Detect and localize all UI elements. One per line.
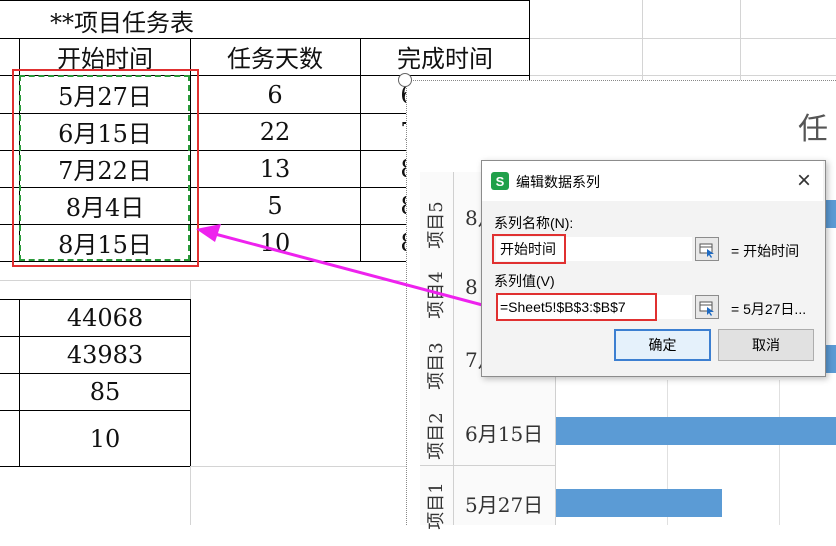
ok-button[interactable]: 确定 <box>614 329 711 361</box>
edit-series-dialog[interactable]: S 编辑数据系列 × 系列名称(N): 开始时间 = 开始时间 系列值(V) =… <box>481 160 826 377</box>
range-picker-button[interactable] <box>695 237 719 261</box>
range-select-icon <box>699 243 714 258</box>
series-values-result: = 5月27日... <box>731 301 807 317</box>
series-values-label: 系列值(V) <box>494 273 555 289</box>
dialog-title: 编辑数据系列 <box>516 174 600 190</box>
cancel-button[interactable]: 取消 <box>718 329 814 361</box>
series-name-label: 系列名称(N): <box>494 215 574 231</box>
series-name-input[interactable]: 开始时间 <box>496 237 692 261</box>
range-picker-button[interactable] <box>695 295 719 319</box>
series-values-input[interactable]: =Sheet5!$B$3:$B$7 <box>496 295 692 319</box>
dialog-titlebar[interactable]: S 编辑数据系列 × <box>482 161 823 201</box>
close-icon[interactable]: × <box>790 167 818 195</box>
wps-app-icon: S <box>491 172 509 190</box>
series-name-result: = 开始时间 <box>731 243 800 259</box>
range-select-icon <box>699 301 714 316</box>
